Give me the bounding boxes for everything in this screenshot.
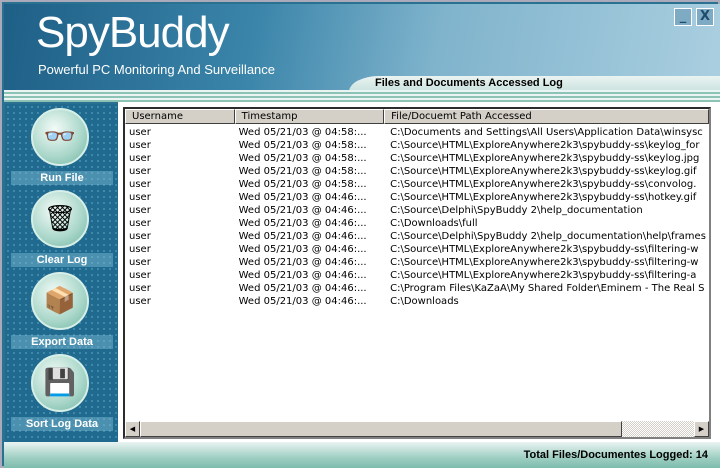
path-cell: C:\Source\Delphi\SpyBuddy 2\help_documen… (390, 205, 643, 216)
username-cell: user (129, 153, 151, 164)
app-logo: SpyBuddy (36, 8, 230, 57)
path-cell: C:\Source\Delphi\SpyBuddy 2\help_documen… (390, 231, 706, 242)
path-cell: C:\Downloads (390, 296, 459, 307)
table-row[interactable]: user Wed 05/21/03 @ 04:46:... C:\Program F… (125, 282, 709, 295)
sidebar-button-run-file[interactable]: 👓 Run File (5, 108, 118, 190)
section-title: Files and Documents Accessed Log (375, 77, 563, 89)
username-cell: user (129, 283, 151, 294)
timestamp-cell: Wed 05/21/03 @ 04:46:... (238, 231, 367, 242)
timestamp-cell: Wed 05/21/03 @ 04:46:... (238, 205, 367, 216)
username-cell: user (129, 179, 151, 190)
scroll-right-button[interactable]: ▶ (694, 421, 709, 437)
username-cell: user (129, 244, 151, 255)
username-cell: user (129, 192, 151, 203)
path-cell: C:\Downloads\full (390, 218, 478, 229)
path-cell: C:\Source\HTML\ExploreAnywhere2k3\spybud… (390, 270, 697, 281)
username-cell: user (129, 127, 151, 138)
table-header: Username Timestamp File/Docuemt Path Acc… (125, 109, 709, 124)
header-banner: SpyBuddy Powerful PC Monitoring And Surv… (4, 4, 720, 92)
timestamp-cell: Wed 05/21/03 @ 04:46:... (238, 296, 367, 307)
glasses-document-icon[interactable]: 👓 (31, 108, 89, 166)
username-cell: user (129, 257, 151, 268)
path-cell: C:\Source\HTML\ExploreAnywhere2k3\spybud… (390, 192, 697, 203)
path-cell: C:\Source\HTML\ExploreAnywhere2k3\spybud… (390, 140, 700, 151)
timestamp-cell: Wed 05/21/03 @ 04:46:... (238, 270, 367, 281)
table-row[interactable]: user Wed 05/21/03 @ 04:58:... C:\Source\HT… (125, 165, 709, 178)
sidebar-button-sort-log-data[interactable]: 💾 Sort Log Data (5, 354, 118, 436)
export-box-icon[interactable]: 📦 (31, 272, 89, 330)
sidebar-button-clear-log[interactable]: 🗑 Clear Log (5, 190, 118, 272)
timestamp-cell: Wed 05/21/03 @ 04:58:... (238, 140, 367, 151)
table-body: user Wed 05/21/03 @ 04:58:... C:\Documents… (125, 126, 709, 308)
path-cell: C:\Documents and Settings\All Users\Appl… (390, 127, 703, 138)
table-row[interactable]: user Wed 05/21/03 @ 04:46:... C:\Source\HT… (125, 269, 709, 282)
timestamp-cell: Wed 05/21/03 @ 04:46:... (238, 283, 367, 294)
minimize-button[interactable]: _ (674, 8, 692, 26)
sidebar-button-label[interactable]: Export Data (11, 335, 113, 349)
column-header-path[interactable]: File/Docuemt Path Accessed (384, 109, 709, 124)
status-bar: Total Files/Documentes Logged: 14 (4, 442, 720, 468)
table-row[interactable]: user Wed 05/21/03 @ 04:58:... C:\Source\HT… (125, 152, 709, 165)
timestamp-cell: Wed 05/21/03 @ 04:46:... (238, 218, 367, 229)
path-cell: C:\Program Files\KaZaA\My Shared Folder\… (390, 283, 705, 294)
table-row[interactable]: user Wed 05/21/03 @ 04:46:... C:\Downloads (125, 295, 709, 308)
trash-icon[interactable]: 🗑 (31, 190, 89, 248)
table-row[interactable]: user Wed 05/21/03 @ 04:46:... C:\Source\HT… (125, 191, 709, 204)
username-cell: user (129, 166, 151, 177)
timestamp-cell: Wed 05/21/03 @ 04:58:... (238, 127, 367, 138)
table-row[interactable]: user Wed 05/21/03 @ 04:46:... C:\Source\HT… (125, 243, 709, 256)
close-button[interactable]: X (696, 8, 714, 26)
path-cell: C:\Source\HTML\ExploreAnywhere2k3\spybud… (390, 244, 699, 255)
username-cell: user (129, 205, 151, 216)
path-cell: C:\Source\HTML\ExploreAnywhere2k3\spybud… (390, 166, 697, 177)
sidebar: 👓 Run File 🗑 Clear Log 📦 Export Data 💾 Sort Log… (5, 104, 118, 442)
path-cell: C:\Source\HTML\ExploreAnywhere2k3\spybud… (390, 153, 700, 164)
timestamp-cell: Wed 05/21/03 @ 04:46:... (238, 192, 367, 203)
table-row[interactable]: user Wed 05/21/03 @ 04:46:... C:\Source\HT… (125, 256, 709, 269)
sidebar-button-label[interactable]: Clear Log (11, 253, 113, 267)
total-count: Total Files/Documentes Logged: 14 (523, 449, 708, 461)
column-header-timestamp[interactable]: Timestamp (234, 109, 385, 124)
tagline: Powerful PC Monitoring And Surveillance (38, 62, 276, 77)
column-header-username[interactable]: Username (125, 109, 235, 124)
sidebar-button-export-data[interactable]: 📦 Export Data (5, 272, 118, 354)
sort-disk-icon[interactable]: 💾 (31, 354, 89, 412)
table-row[interactable]: user Wed 05/21/03 @ 04:46:... C:\Source\De… (125, 204, 709, 217)
timestamp-cell: Wed 05/21/03 @ 04:46:... (238, 244, 367, 255)
timestamp-cell: Wed 05/21/03 @ 04:58:... (238, 153, 367, 164)
path-cell: C:\Source\HTML\ExploreAnywhere2k3\spybud… (390, 257, 699, 268)
timestamp-cell: Wed 05/21/03 @ 04:46:... (238, 257, 367, 268)
scroll-thumb[interactable] (140, 421, 622, 437)
horizontal-scrollbar[interactable]: ◀ ▶ (125, 421, 709, 437)
log-table: Username Timestamp File/Docuemt Path Acc… (123, 107, 711, 439)
app-window: SpyBuddy Powerful PC Monitoring And Surv… (0, 0, 720, 468)
timestamp-cell: Wed 05/21/03 @ 04:58:... (238, 166, 367, 177)
path-cell: C:\Source\HTML\ExploreAnywhere2k3\spybud… (390, 179, 697, 190)
sidebar-button-label[interactable]: Run File (11, 171, 113, 185)
main-panel: Username Timestamp File/Docuemt Path Acc… (118, 102, 720, 442)
timestamp-cell: Wed 05/21/03 @ 04:58:... (238, 179, 367, 190)
divider-stripes (4, 90, 720, 102)
scroll-left-button[interactable]: ◀ (125, 421, 140, 437)
username-cell: user (129, 296, 151, 307)
username-cell: user (129, 140, 151, 151)
username-cell: user (129, 218, 151, 229)
table-row[interactable]: user Wed 05/21/03 @ 04:46:... C:\Downloads… (125, 217, 709, 230)
scroll-track[interactable] (622, 421, 694, 437)
table-row[interactable]: user Wed 05/21/03 @ 04:58:... C:\Source\HT… (125, 139, 709, 152)
username-cell: user (129, 270, 151, 281)
table-row[interactable]: user Wed 05/21/03 @ 04:46:... C:\Source\De… (125, 230, 709, 243)
username-cell: user (129, 231, 151, 242)
table-row[interactable]: user Wed 05/21/03 @ 04:58:... C:\Source\HT… (125, 178, 709, 191)
sidebar-button-label[interactable]: Sort Log Data (11, 417, 113, 431)
table-row[interactable]: user Wed 05/21/03 @ 04:58:... C:\Documents… (125, 126, 709, 139)
